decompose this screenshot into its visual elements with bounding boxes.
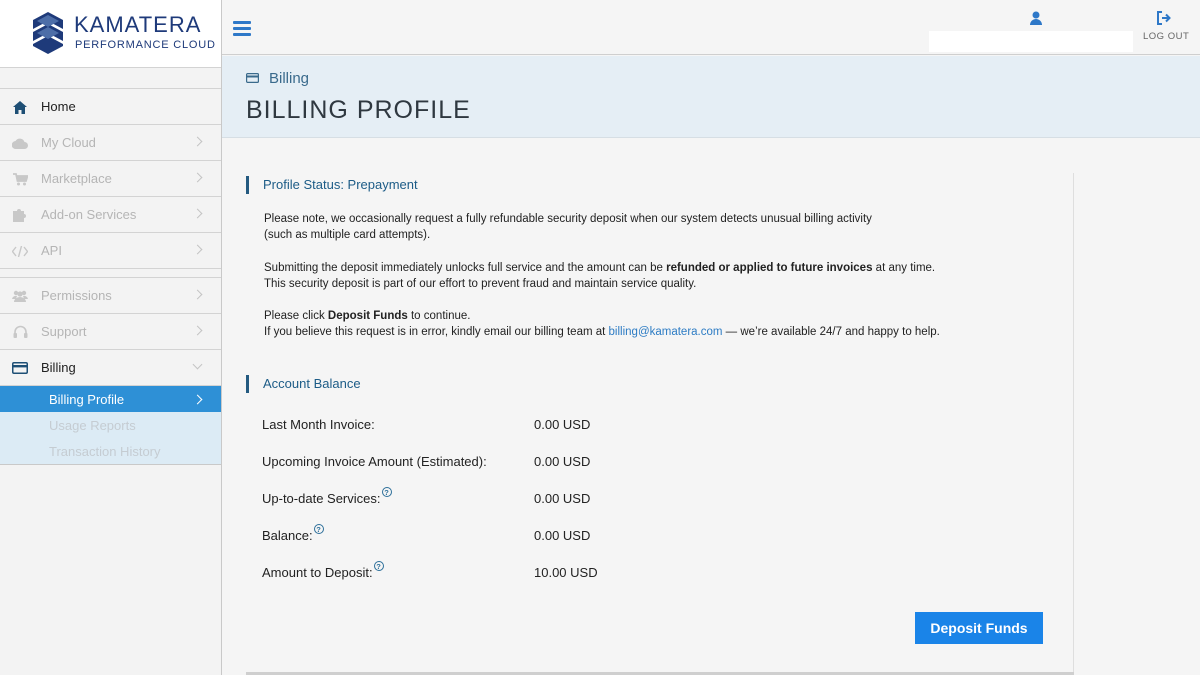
credit-card-icon bbox=[12, 360, 28, 376]
sidebar-subitem-label: Transaction History bbox=[49, 443, 161, 459]
notice-paragraph-3: Please click Deposit Funds to continue. … bbox=[264, 308, 940, 340]
logout-button[interactable]: LOG OUT bbox=[1143, 31, 1189, 42]
balance-row-label: Last Month Invoice: bbox=[262, 417, 375, 432]
chevron-right-icon bbox=[192, 136, 203, 147]
notice-text: Submitting the deposit immediately unloc… bbox=[264, 262, 936, 274]
sidebar-item-add-on-services[interactable]: Add-on Services bbox=[0, 197, 221, 233]
sidebar-item-home[interactable]: Home bbox=[0, 89, 221, 125]
balance-row-value: 0.00 USD bbox=[534, 491, 591, 506]
sidebar-item-label: Home bbox=[41, 99, 76, 114]
deposit-funds-button[interactable]: Deposit Funds bbox=[915, 612, 1043, 644]
brand-tagline: PERFORMANCE CLOUD bbox=[75, 39, 216, 51]
chevron-right-icon bbox=[192, 172, 203, 183]
sidebar-subitem-label: Usage Reports bbox=[49, 417, 136, 433]
sidebar-item-label: Support bbox=[41, 324, 87, 339]
sidebar-item-support[interactable]: Support bbox=[0, 314, 221, 350]
cloud-icon bbox=[12, 135, 28, 151]
sidebar-subitem-usage-reports[interactable]: Usage Reports bbox=[0, 412, 221, 438]
balance-row-value: 0.00 USD bbox=[534, 417, 591, 432]
sidebar-item-billing[interactable]: Billing bbox=[0, 350, 221, 386]
page-header: Billing BILLING PROFILE bbox=[222, 56, 1200, 138]
user-icon[interactable] bbox=[1030, 11, 1042, 25]
brand-name: KAMATERA bbox=[74, 12, 202, 37]
kamatera-logo-icon bbox=[33, 12, 63, 54]
code-icon bbox=[12, 243, 28, 259]
menu-toggle-icon[interactable] bbox=[233, 21, 251, 36]
notice-text: Please click Deposit Funds to continue. bbox=[264, 310, 471, 322]
balance-row-value: 10.00 USD bbox=[534, 565, 598, 580]
notice-text: Please note, we occasionally request a f… bbox=[264, 213, 872, 225]
balance-row-label: Up-to-date Services:? bbox=[262, 487, 392, 506]
balance-row-value: 0.00 USD bbox=[534, 454, 591, 469]
nav-spacer-top bbox=[0, 68, 221, 89]
balance-row-label: Balance:? bbox=[262, 524, 324, 543]
help-icon[interactable]: ? bbox=[381, 487, 392, 497]
logo[interactable]: KAMATERA PERFORMANCE CLOUD bbox=[0, 0, 221, 68]
balance-row-value: 0.00 USD bbox=[534, 528, 591, 543]
help-icon[interactable]: ? bbox=[373, 561, 384, 571]
sidebar-item-label: Billing bbox=[41, 360, 76, 375]
sidebar: KAMATERA PERFORMANCE CLOUD Home My Cloud… bbox=[0, 0, 222, 675]
billing-profile-panel: Profile Status: Prepayment Please note, … bbox=[246, 173, 1074, 675]
chevron-right-icon bbox=[192, 208, 203, 219]
profile-status-heading: Profile Status: Prepayment bbox=[246, 176, 418, 194]
balance-row-label: Amount to Deposit:? bbox=[262, 561, 384, 580]
balance-row-label: Upcoming Invoice Amount (Estimated): bbox=[262, 454, 487, 469]
credit-card-icon bbox=[246, 73, 259, 83]
home-icon bbox=[12, 99, 28, 115]
chevron-right-icon bbox=[192, 325, 203, 336]
sidebar-item-label: My Cloud bbox=[41, 135, 96, 150]
sidebar-item-label: Add-on Services bbox=[41, 207, 137, 222]
top-bar: LOG OUT bbox=[222, 0, 1200, 55]
notice-text: This security deposit is part of our eff… bbox=[264, 278, 697, 290]
sidebar-subitem-transaction-history[interactable]: Transaction History bbox=[0, 438, 221, 464]
sidebar-item-permissions[interactable]: Permissions bbox=[0, 278, 221, 314]
notice-paragraph-1: Please note, we occasionally request a f… bbox=[264, 211, 872, 243]
billing-submenu: Billing Profile Usage Reports Transactio… bbox=[0, 386, 221, 465]
cart-icon bbox=[12, 171, 28, 187]
user-name-field[interactable] bbox=[929, 31, 1133, 52]
chevron-down-icon bbox=[192, 359, 203, 370]
account-balance-heading: Account Balance bbox=[246, 375, 361, 393]
sidebar-item-label: Permissions bbox=[41, 288, 112, 303]
puzzle-icon bbox=[12, 207, 28, 223]
billing-email-link[interactable]: billing@kamatera.com bbox=[609, 326, 723, 338]
chevron-right-icon bbox=[192, 289, 203, 300]
sidebar-item-api[interactable]: API bbox=[0, 233, 221, 269]
sidebar-item-label: API bbox=[41, 243, 62, 258]
headset-icon bbox=[12, 324, 28, 340]
sidebar-item-my-cloud[interactable]: My Cloud bbox=[0, 125, 221, 161]
notice-text: If you believe this request is in error,… bbox=[264, 326, 940, 338]
logout-icon[interactable] bbox=[1157, 11, 1171, 25]
sidebar-subitem-label: Billing Profile bbox=[49, 391, 125, 407]
page-title: BILLING PROFILE bbox=[246, 96, 471, 124]
sidebar-item-label: Marketplace bbox=[41, 171, 112, 186]
nav-spacer-mid bbox=[0, 269, 221, 278]
notice-paragraph-2: Submitting the deposit immediately unloc… bbox=[264, 260, 935, 292]
notice-text: (such as multiple card attempts). bbox=[264, 229, 431, 241]
help-icon[interactable]: ? bbox=[313, 524, 324, 534]
sidebar-item-marketplace[interactable]: Marketplace bbox=[0, 161, 221, 197]
chevron-right-icon bbox=[192, 394, 203, 405]
chevron-right-icon bbox=[192, 244, 203, 255]
breadcrumb[interactable]: Billing bbox=[269, 70, 309, 87]
sidebar-subitem-billing-profile[interactable]: Billing Profile bbox=[0, 386, 221, 412]
users-icon bbox=[12, 288, 28, 304]
